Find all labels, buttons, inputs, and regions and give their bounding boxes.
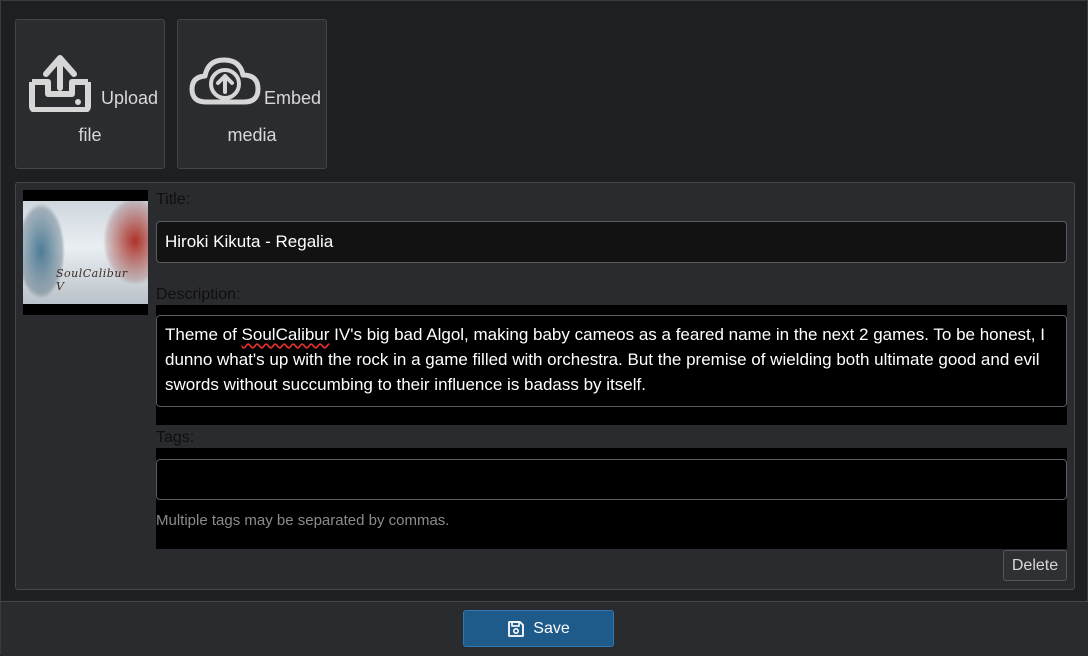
title-label: Title: — [156, 191, 191, 208]
media-manager-window: Upload file Embed media SoulCalibur V Ti… — [0, 0, 1088, 656]
tags-label: Tags: — [156, 429, 195, 446]
description-text-start: Theme of — [165, 325, 242, 344]
misspelled-word: SoulCalibur — [241, 325, 330, 344]
description-label: Description: — [156, 286, 241, 303]
thumbnail-artwork: SoulCalibur V — [23, 201, 148, 304]
footer-bar: Save — [1, 601, 1088, 656]
delete-button[interactable]: Delete — [1003, 550, 1067, 581]
media-item-panel: SoulCalibur V Title: Description: Theme … — [15, 182, 1075, 590]
description-textarea[interactable]: Theme of SoulCalibur IV's big bad Algol,… — [156, 315, 1067, 407]
upload-tray-icon — [29, 55, 91, 112]
upload-label-line2: file — [78, 125, 102, 145]
title-input[interactable] — [156, 221, 1067, 263]
upload-label-line1: Upload — [101, 88, 159, 108]
embed-label-line2: media — [227, 125, 277, 145]
floppy-disk-icon — [508, 620, 525, 637]
save-button[interactable]: Save — [463, 610, 614, 647]
save-label: Save — [533, 619, 570, 637]
tags-help-text: Multiple tags may be separated by commas… — [156, 512, 450, 529]
media-thumbnail[interactable]: SoulCalibur V — [23, 190, 148, 315]
thumbnail-logo-text: SoulCalibur V — [56, 267, 128, 293]
tags-input[interactable] — [156, 459, 1067, 500]
upload-file-button[interactable]: Upload file — [15, 19, 165, 169]
embed-label-line1: Embed — [264, 88, 322, 108]
embed-media-button[interactable]: Embed media — [177, 19, 327, 169]
cloud-upload-icon — [189, 57, 261, 105]
